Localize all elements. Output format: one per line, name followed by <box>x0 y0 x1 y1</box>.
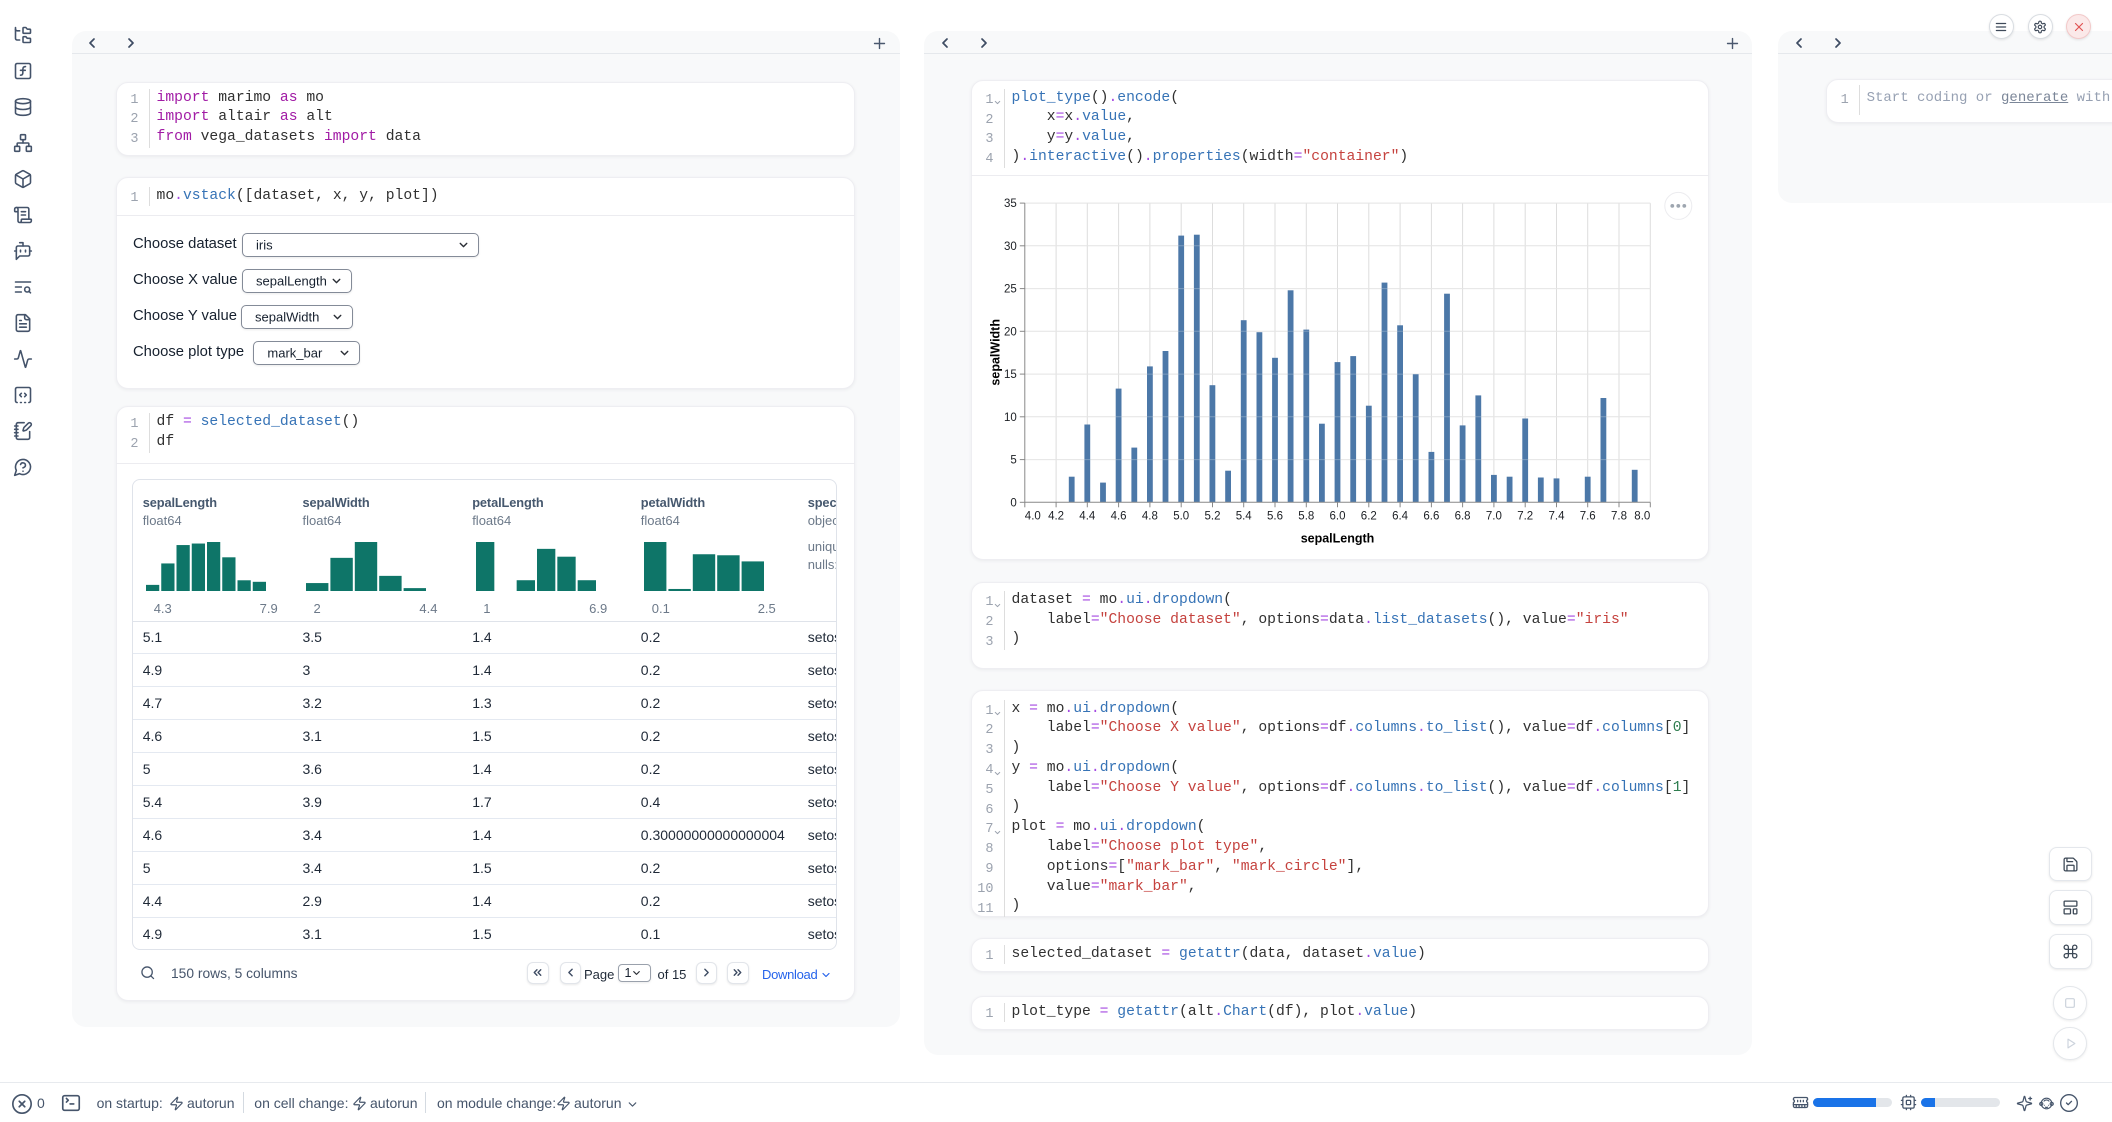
svg-text:35: 35 <box>1004 198 1017 210</box>
svg-text:7.8: 7.8 <box>1611 510 1627 522</box>
svg-text:5.2: 5.2 <box>1204 510 1220 522</box>
svg-text:7.4: 7.4 <box>1548 510 1565 522</box>
svg-text:7.2: 7.2 <box>1517 510 1533 522</box>
svg-text:30: 30 <box>1004 240 1017 252</box>
svg-text:15: 15 <box>1004 369 1017 381</box>
svg-text:4.4: 4.4 <box>1079 510 1096 522</box>
svg-text:4.0: 4.0 <box>1024 510 1040 522</box>
svg-text:6.8: 6.8 <box>1454 510 1470 522</box>
svg-text:6.2: 6.2 <box>1360 510 1376 522</box>
svg-text:6.0: 6.0 <box>1329 510 1345 522</box>
svg-text:5: 5 <box>1010 454 1016 466</box>
svg-text:5.8: 5.8 <box>1298 510 1314 522</box>
svg-text:sepalLength: sepalLength <box>1300 531 1374 545</box>
svg-text:6.4: 6.4 <box>1392 510 1409 522</box>
svg-text:8.0: 8.0 <box>1634 510 1650 522</box>
svg-text:7.0: 7.0 <box>1485 510 1501 522</box>
svg-text:5.4: 5.4 <box>1235 510 1252 522</box>
svg-text:4.2: 4.2 <box>1048 510 1064 522</box>
svg-text:5.6: 5.6 <box>1267 510 1283 522</box>
svg-text:10: 10 <box>1004 411 1017 423</box>
svg-text:sepalWidth: sepalWidth <box>988 319 1002 386</box>
svg-text:4.6: 4.6 <box>1110 510 1126 522</box>
svg-text:20: 20 <box>1004 326 1017 338</box>
svg-text:0: 0 <box>1010 497 1016 509</box>
svg-text:4.8: 4.8 <box>1141 510 1157 522</box>
svg-text:6.6: 6.6 <box>1423 510 1439 522</box>
svg-text:7.6: 7.6 <box>1579 510 1595 522</box>
svg-text:25: 25 <box>1004 283 1017 295</box>
svg-text:5.0: 5.0 <box>1173 510 1189 522</box>
